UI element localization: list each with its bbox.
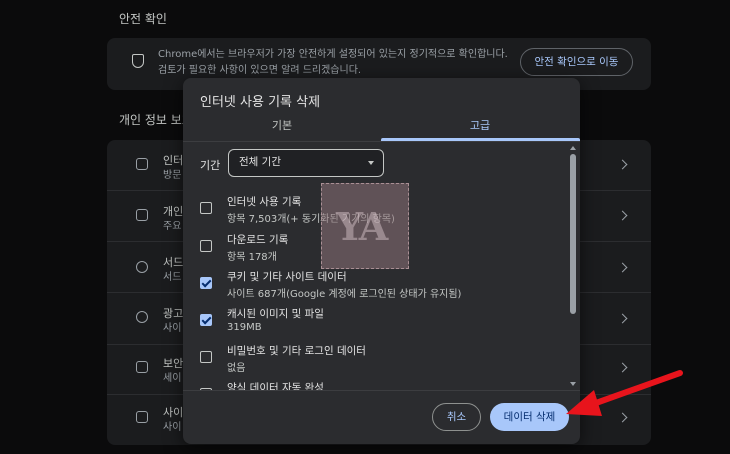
- footer-divider: [183, 390, 580, 391]
- option-title: 양식 데이터 자동 완성: [227, 382, 324, 390]
- checkbox-cookies[interactable]: [200, 277, 212, 289]
- cookie-icon: [136, 261, 148, 273]
- dropdown-caret-icon: [368, 161, 374, 165]
- scroll-down-arrow-icon[interactable]: [570, 382, 576, 386]
- option-cached-images[interactable]: 캐시된 이미지 및 파일 319MB: [183, 305, 568, 341]
- go-to-safety-check-button[interactable]: 안전 확인으로 이동: [520, 48, 633, 76]
- option-detail: 없음: [227, 363, 246, 374]
- option-title: 다운로드 기록: [227, 234, 289, 246]
- privacy-row-1-subtitle: 방문: [163, 170, 182, 181]
- option-detail: 319MB: [227, 322, 262, 333]
- scroll-up-arrow-icon[interactable]: [570, 146, 576, 150]
- watermark-logo: YA: [321, 183, 409, 269]
- time-range-value: 전체 기간: [239, 156, 281, 168]
- option-title: 쿠키 및 기타 사이트 데이터: [227, 271, 347, 283]
- safety-check-description: Chrome에서는 브라우저가 가장 안전하게 설정되어 있는지 정기적으로 확…: [158, 49, 508, 76]
- tab-advanced[interactable]: 고급: [381, 118, 579, 140]
- privacy-row-2-subtitle: 주요: [163, 221, 182, 232]
- option-detail: 사이트 687개(Google 계정에 로그인된 상태가 유지됨): [227, 289, 462, 300]
- shield-icon: [132, 54, 144, 68]
- ad-privacy-icon: [136, 311, 148, 323]
- option-autofill[interactable]: 양식 데이터 자동 완성: [183, 379, 568, 390]
- privacy-row-4-subtitle: 사이: [163, 323, 182, 334]
- privacy-row-6-subtitle: 사이: [163, 422, 182, 433]
- checkbox-cached-images[interactable]: [200, 314, 212, 326]
- option-detail: 항목 178개: [227, 252, 277, 263]
- safety-check-title: 안전 확인: [119, 12, 167, 26]
- cancel-button[interactable]: 취소: [432, 403, 481, 431]
- option-title: 인터넷 사용 기록: [227, 196, 302, 208]
- time-range-label: 기간: [200, 159, 221, 172]
- privacy-section-title: 개인 정보 보호: [119, 113, 193, 127]
- lock-icon: [136, 361, 148, 373]
- privacy-row-5-subtitle: 세이: [163, 373, 182, 384]
- option-title: 캐시된 이미지 및 파일: [227, 308, 324, 320]
- site-settings-icon: [136, 411, 148, 423]
- scrollbar-thumb[interactable]: [570, 154, 576, 314]
- option-title: 비밀번호 및 기타 로그인 데이터: [227, 345, 366, 357]
- trash-icon: [136, 158, 148, 170]
- privacy-row-3-subtitle: 서드: [163, 272, 182, 283]
- clear-data-button[interactable]: 데이터 삭제: [490, 403, 569, 431]
- option-cookies[interactable]: 쿠키 및 기타 사이트 데이터 사이트 687개(Google 계정에 로그인된…: [183, 268, 568, 304]
- time-range-select[interactable]: 전체 기간: [228, 149, 384, 177]
- tab-basic[interactable]: 기본: [183, 118, 381, 140]
- checkbox-browsing-history[interactable]: [200, 202, 212, 214]
- checkbox-passwords[interactable]: [200, 351, 212, 363]
- checkbox-download-history[interactable]: [200, 240, 212, 252]
- guide-icon: [136, 209, 148, 221]
- dialog-title: 인터넷 사용 기록 삭제: [200, 95, 321, 110]
- option-passwords[interactable]: 비밀번호 및 기타 로그인 데이터 없음: [183, 342, 568, 378]
